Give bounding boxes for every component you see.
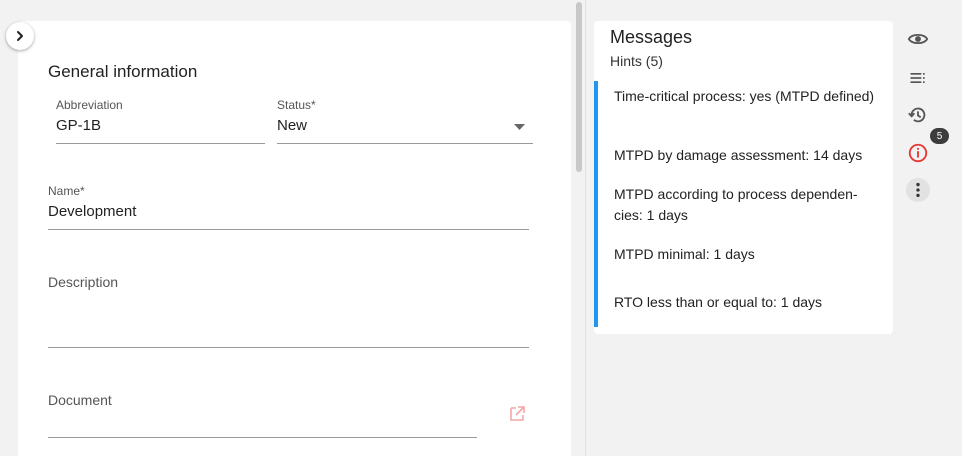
messages-title: Messages [610, 27, 693, 47]
document-label: Document [48, 392, 112, 408]
hints-list: Time-critical process: yes (MTPD defined… [594, 81, 893, 327]
document-field[interactable]: Document [48, 392, 477, 438]
document-value[interactable] [48, 413, 477, 431]
name-value[interactable]: Development [48, 203, 529, 221]
description-label: Description [48, 274, 119, 290]
list-icon[interactable] [906, 66, 930, 90]
general-information-panel: General information Abbreviation GP-1B S… [18, 21, 571, 456]
description-field[interactable]: Description [48, 274, 529, 348]
eye-icon[interactable] [906, 27, 930, 51]
description-value[interactable] [48, 295, 529, 313]
dropdown-arrow-icon[interactable] [514, 124, 525, 130]
expand-panel-button[interactable] [6, 22, 34, 50]
status-label: Status* [277, 98, 316, 112]
hint-item: Time-critical process: yes (MTPD defined… [614, 88, 875, 104]
abbreviation-label: Abbreviation [56, 98, 123, 112]
hint-item: MTPD according to process dependen-cies:… [614, 186, 858, 223]
name-label: Name* [48, 184, 85, 198]
abbreviation-value[interactable]: GP-1B [56, 117, 265, 135]
chevron-right-icon [17, 31, 23, 41]
status-select[interactable]: Status* New [277, 98, 533, 144]
info-icon[interactable] [906, 141, 930, 165]
status-value[interactable]: New [277, 117, 533, 135]
hint-item: RTO less than or equal to: 1 days [614, 294, 823, 310]
hint-item: MTPD by damage assessment: 14 days [614, 147, 863, 163]
notification-badge: 5 [930, 128, 949, 144]
scrollbar-thumb[interactable] [576, 2, 582, 172]
more-vert-icon[interactable] [906, 178, 930, 202]
open-in-new-icon[interactable] [508, 405, 526, 423]
hint-item: MTPD minimal: 1 days [614, 246, 755, 262]
section-title: General information [48, 62, 198, 81]
messages-panel: Messages Hints (5) Time-critical process… [594, 21, 893, 334]
abbreviation-field[interactable]: Abbreviation GP-1B [56, 98, 265, 144]
history-icon[interactable] [906, 103, 930, 127]
panel-divider [585, 0, 586, 456]
hints-count-label: Hints (5) [610, 53, 663, 69]
name-field[interactable]: Name* Development [48, 184, 529, 230]
